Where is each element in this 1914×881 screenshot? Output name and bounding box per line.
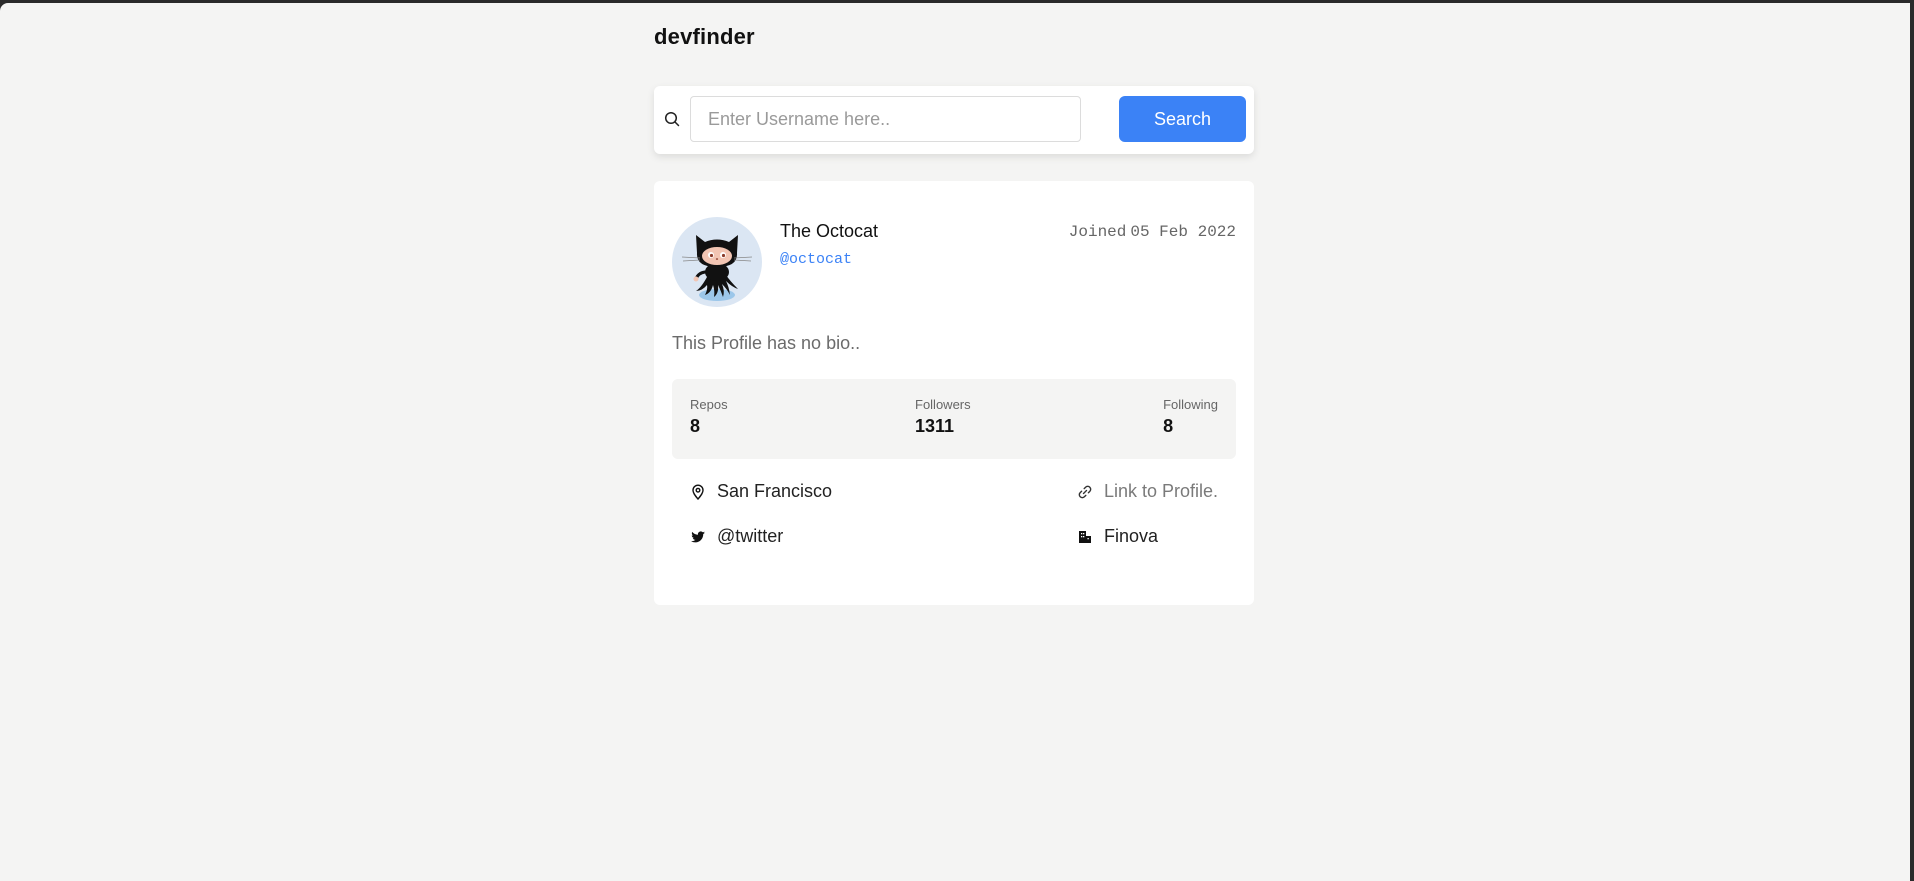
profile-name: The Octocat xyxy=(780,221,879,241)
window-edge xyxy=(1910,0,1914,881)
stat-following-value: 8 xyxy=(1163,416,1174,436)
info-twitter[interactable]: @twitter xyxy=(690,526,783,547)
profile-bio: This Profile has no bio.. xyxy=(672,333,861,353)
stat-repos-value: 8 xyxy=(690,416,701,436)
stat-followers: Followers 1311 xyxy=(915,397,971,437)
company-name: Finova xyxy=(1104,526,1159,546)
joined-date: Joined 05 Feb 2022 xyxy=(1069,223,1236,241)
twitter-handle[interactable]: @twitter xyxy=(717,526,783,547)
octocat-avatar xyxy=(672,217,762,307)
search-icon xyxy=(664,111,680,127)
link-icon xyxy=(1077,484,1093,500)
stat-following-label: Following xyxy=(1163,397,1218,412)
profile-handle-link[interactable]: @octocat xyxy=(780,251,852,268)
profile-link-text[interactable]: Link to Profile. xyxy=(1104,481,1218,502)
location-text: San Francisco xyxy=(717,481,833,501)
joined-date-value: 05 Feb 2022 xyxy=(1130,223,1236,241)
app-viewport: devfinder Search xyxy=(0,3,1910,881)
stat-following: Following 8 xyxy=(1163,397,1218,437)
info-profile-link[interactable]: Link to Profile. xyxy=(1077,481,1218,502)
search-button[interactable]: Search xyxy=(1119,96,1246,142)
stat-followers-value: 1311 xyxy=(915,416,955,436)
stat-repos-label: Repos xyxy=(690,397,728,412)
info-company: Finova xyxy=(1077,526,1158,547)
joined-label: Joined xyxy=(1068,223,1127,241)
info-location: San Francisco xyxy=(690,481,832,502)
twitter-icon xyxy=(690,529,706,545)
stat-followers-label: Followers xyxy=(915,397,971,412)
username-search-input[interactable] xyxy=(690,96,1081,142)
app-logo: devfinder xyxy=(654,24,755,49)
company-building-icon xyxy=(1077,529,1093,545)
location-pin-icon xyxy=(690,484,706,500)
stats-panel: Repos 8 Followers 1311 Following 8 xyxy=(672,379,1236,459)
stat-repos: Repos 8 xyxy=(690,397,728,437)
search-bar: Search xyxy=(654,86,1254,154)
profile-card: The Octocat @octocat Joined 05 Feb 2022 T… xyxy=(654,181,1254,605)
